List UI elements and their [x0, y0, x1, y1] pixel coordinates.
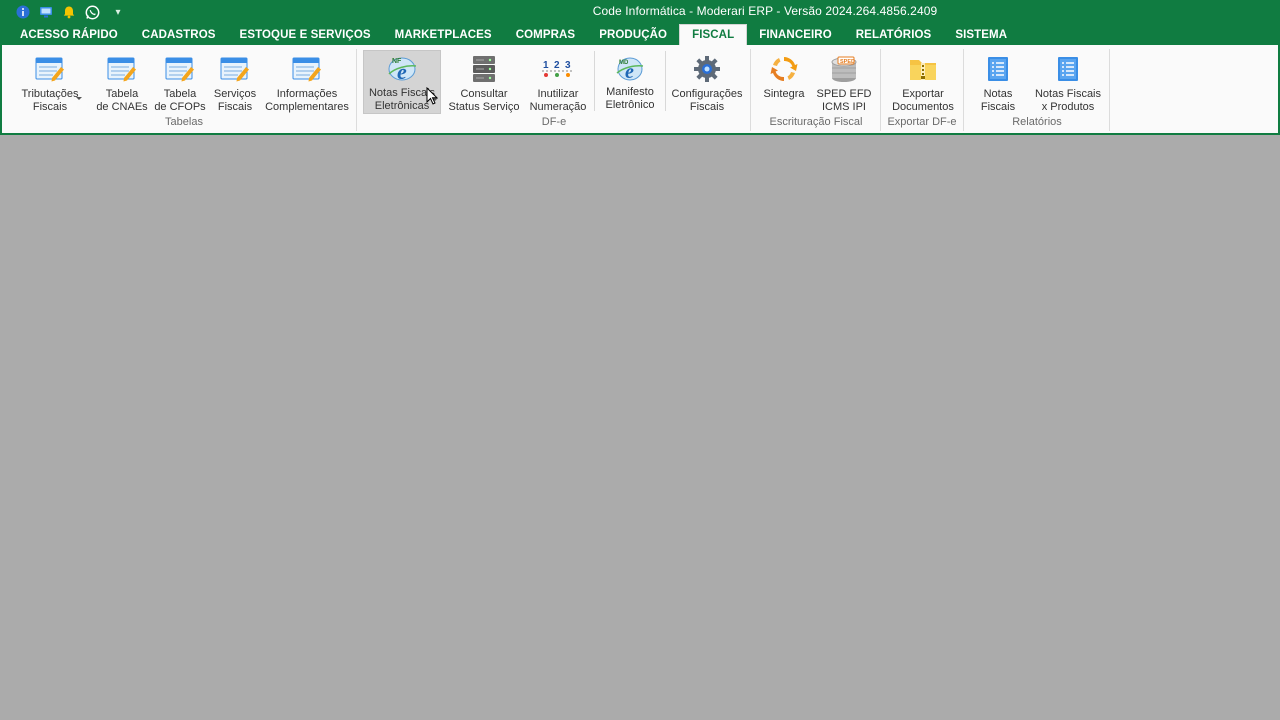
tab-sistema[interactable]: SISTEMA — [943, 24, 1019, 45]
configuracoes-label-2: Fiscais — [689, 101, 725, 113]
sped-label-2: ICMS IPI — [821, 101, 866, 113]
group-relatorios: Notas Fiscais Notas Fiscais x Produtos Rel… — [965, 45, 1109, 133]
group-label-escrituracao: Escrituração Fiscal — [769, 116, 863, 128]
tributacoes-label-1: Tributações — [21, 88, 79, 100]
group-label-dfe: DF-e — [541, 116, 567, 128]
servicos-label-2: Fiscais — [217, 101, 253, 113]
exportar-label-2: Documentos — [892, 101, 954, 113]
tabela-cnaes-button[interactable]: Tabela de CNAEs — [92, 50, 152, 114]
sync-icon — [768, 53, 800, 85]
group-separator — [963, 49, 964, 131]
sped-efd-icms-ipi-button[interactable]: SPED SPED EFD ICMS IPI — [814, 50, 874, 114]
svg-text:3: 3 — [565, 60, 571, 71]
ribbon-panel: Tributações Fiscais Tabela de CNAEs Tabela… — [0, 45, 1280, 135]
cfops-label-1: Tabela — [163, 88, 197, 100]
inutilizar-label-2: Numeração — [529, 101, 587, 113]
inner-separator — [594, 51, 595, 111]
tabela-cfops-button[interactable]: Tabela de CFOPs — [152, 50, 208, 114]
svg-text:1: 1 — [543, 60, 549, 71]
group-label-relatorios: Relatórios — [1012, 116, 1062, 128]
group-exportar-dfe: Exportar Documentos Exportar DF-e — [882, 45, 962, 133]
tab-financeiro[interactable]: FINANCEIRO — [747, 24, 844, 45]
table-edit-icon — [34, 53, 66, 85]
group-separator — [356, 49, 357, 131]
rel-produtos-label-2: x Produtos — [1041, 101, 1095, 113]
window-title: Code Informática - Moderari ERP - Versão… — [592, 4, 938, 18]
consultar-label-1: Consultar — [460, 88, 508, 100]
inutilizar-label-1: Inutilizar — [537, 88, 579, 100]
group-label-exportar: Exportar DF-e — [887, 116, 957, 128]
tab-estoque-servicos[interactable]: ESTOQUE E SERVIÇOS — [228, 24, 383, 45]
sintegra-button[interactable]: Sintegra — [756, 50, 812, 114]
group-separator — [750, 49, 751, 131]
exportar-documentos-button[interactable]: Exportar Documentos — [888, 50, 958, 114]
report-icon — [1052, 53, 1084, 85]
servicos-fiscais-button[interactable]: Serviços Fiscais — [210, 50, 260, 114]
configuracoes-label-1: Configurações — [671, 88, 743, 100]
cnaes-label-1: Tabela — [105, 88, 139, 100]
manifesto-label-2: Eletrônico — [605, 99, 655, 111]
group-separator — [880, 49, 881, 131]
svg-text:2: 2 — [554, 60, 560, 71]
zip-folder-icon — [907, 53, 939, 85]
table-edit-icon — [219, 53, 251, 85]
rel-produtos-label-1: Notas Fiscais — [1034, 88, 1102, 100]
group-escrituracao-fiscal: Sintegra SPED SPED EFD ICMS IPI Escritura… — [752, 45, 880, 133]
informacoes-label-1: Informações — [276, 88, 338, 100]
group-label-tabelas: Tabelas — [165, 116, 203, 128]
inner-separator — [665, 51, 666, 111]
tab-marketplaces[interactable]: MARKETPLACES — [383, 24, 504, 45]
exportar-label-1: Exportar — [902, 88, 944, 100]
main-workspace — [0, 137, 1280, 720]
manifesto-eletronico-button[interactable]: e MD Manifesto Eletrônico — [598, 50, 662, 114]
manifest-icon: e MD — [614, 53, 646, 85]
table-edit-icon — [164, 53, 196, 85]
server-icon — [468, 53, 500, 85]
rel-notas-label-2: Fiscais — [980, 101, 1016, 113]
sped-label-1: SPED EFD — [816, 88, 872, 100]
svg-text:e: e — [397, 59, 407, 84]
consultar-label-2: Status Serviço — [448, 101, 520, 113]
tab-fiscal[interactable]: FISCAL — [679, 24, 748, 45]
mouse-cursor-icon — [426, 86, 439, 110]
configuracoes-fiscais-button[interactable]: Configurações Fiscais — [670, 50, 744, 114]
svg-text:MD: MD — [619, 60, 629, 66]
group-tabelas: Tributações Fiscais Tabela de CNAEs Tabela… — [12, 45, 356, 133]
svg-text:SPED: SPED — [840, 59, 855, 65]
cfops-label-2: de CFOPs — [154, 101, 206, 113]
report-icon — [982, 53, 1014, 85]
servicos-label-1: Serviços — [213, 88, 257, 100]
title-bar: ▾ Code Informática - Moderari ERP - Vers… — [0, 0, 1280, 24]
tab-relatorios[interactable]: RELATÓRIOS — [844, 24, 944, 45]
tributacoes-fiscais-button[interactable]: Tributações Fiscais — [16, 50, 84, 114]
nfe-icon: NF e — [386, 54, 418, 84]
consultar-status-servico-button[interactable]: Consultar Status Serviço — [446, 50, 522, 114]
manifesto-label-1: Manifesto — [606, 86, 654, 98]
ribbon-tab-bar: ACESSO RÁPIDO CADASTROS ESTOQUE E SERVIÇ… — [0, 24, 1280, 45]
tab-compras[interactable]: COMPRAS — [504, 24, 587, 45]
dropdown-arrow-icon — [76, 97, 82, 100]
table-edit-icon — [106, 53, 138, 85]
relatorio-notas-produtos-button[interactable]: Notas Fiscais x Produtos — [1031, 50, 1105, 114]
tab-producao[interactable]: PRODUÇÃO — [587, 24, 679, 45]
group-separator — [1109, 49, 1110, 131]
informacoes-complementares-button[interactable]: Informações Complementares — [262, 50, 352, 114]
tributacoes-label-2: Fiscais — [32, 101, 68, 113]
informacoes-label-2: Complementares — [265, 101, 349, 113]
table-edit-icon — [291, 53, 323, 85]
rel-notas-label-1: Notas — [983, 88, 1013, 100]
gear-icon — [691, 53, 723, 85]
sped-icon: SPED — [828, 53, 860, 85]
cnaes-label-2: de CNAEs — [96, 101, 148, 113]
relatorio-notas-fiscais-button[interactable]: Notas Fiscais — [975, 50, 1021, 114]
numbering-icon: 123 — [542, 53, 574, 85]
tab-cadastros[interactable]: CADASTROS — [130, 24, 228, 45]
tab-acesso-rapido[interactable]: ACESSO RÁPIDO — [8, 24, 130, 45]
group-dfe: NF e Notas Fiscais Eletrônicas Consultar St… — [358, 45, 750, 133]
inutilizar-numeracao-button[interactable]: 123 Inutilizar Numeração — [526, 50, 590, 114]
sintegra-label: Sintegra — [763, 88, 805, 100]
